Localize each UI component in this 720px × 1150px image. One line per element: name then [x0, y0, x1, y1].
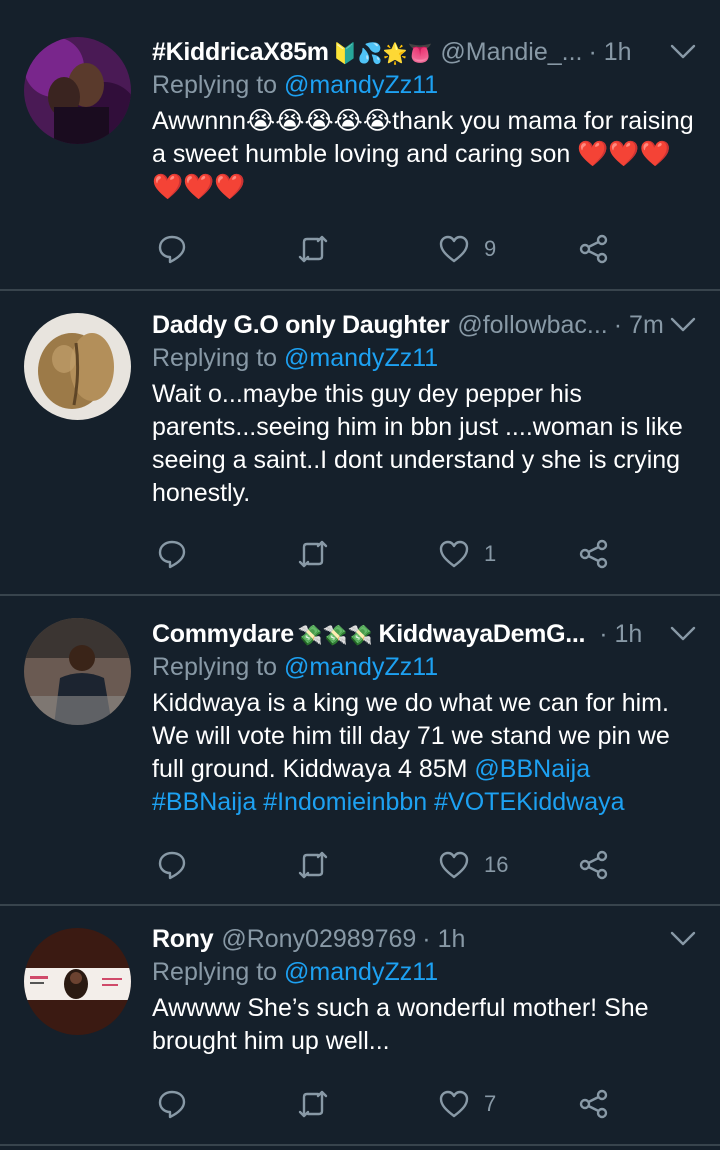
retweet-button[interactable] [296, 1084, 330, 1124]
retweet-icon [298, 235, 328, 263]
action-bar: 16 [152, 845, 622, 885]
display-name[interactable]: Rony [152, 923, 214, 955]
replying-to: Replying to @mandyZz11 [152, 69, 700, 101]
tweet-text: Awwnnn😭😭😭😭😭thank you mama for raising a … [152, 107, 694, 201]
action-bar: 9 [152, 229, 622, 269]
replying-label: Replying to [152, 653, 278, 681]
share-button[interactable] [578, 534, 610, 574]
mention-link[interactable]: @BBNaija [474, 755, 590, 783]
tweet-3[interactable]: Commydare 💸💸💸 KiddwayaDemG... · 1h Reply… [0, 596, 720, 906]
replying-label: Replying to [152, 344, 278, 372]
chevron-down-icon[interactable] [666, 618, 700, 650]
retweet-button[interactable] [296, 534, 330, 574]
timestamp[interactable]: · 1h [422, 923, 465, 955]
like-button[interactable]: 1 [438, 534, 496, 574]
share-button[interactable] [578, 845, 610, 885]
like-icon [439, 540, 469, 568]
replying-to: Replying to @mandyZz11 [152, 651, 700, 683]
timestamp[interactable]: · 1h [599, 618, 642, 650]
like-icon [439, 1090, 469, 1118]
like-count: 16 [484, 852, 509, 877]
share-button[interactable] [578, 1084, 610, 1124]
reply-button[interactable] [156, 845, 188, 885]
like-count: 7 [484, 1091, 497, 1116]
reply-icon [158, 540, 186, 569]
tweet-1[interactable]: #KiddricaX85m 🔰💦🌟👅 @Mandie_... · 1h Repl… [0, 0, 720, 291]
display-name[interactable]: Daddy G.O only Daughter [152, 309, 450, 341]
share-icon [579, 539, 608, 569]
reply-icon [158, 1090, 186, 1119]
chevron-down-icon[interactable] [666, 36, 700, 68]
name-emoji: 💸💸💸 [297, 625, 373, 647]
action-bar: 7 [152, 1084, 622, 1124]
user-handle[interactable]: @Mandie_... [440, 36, 582, 68]
name-emoji: 🔰💦🌟👅 [332, 43, 433, 65]
tweet-text: Wait o...maybe this guy dey pepper his p… [152, 380, 683, 507]
retweet-icon [298, 851, 328, 879]
reply-button[interactable] [156, 229, 188, 269]
display-name[interactable]: Commydare [152, 618, 294, 650]
hashtag-link[interactable]: #Indomieinbbn [263, 788, 427, 816]
replying-mention[interactable]: @mandyZz11 [284, 958, 438, 986]
avatar[interactable] [24, 928, 131, 1035]
share-icon [579, 850, 608, 880]
user-handle[interactable]: @Rony02989769 [221, 923, 416, 955]
like-button[interactable]: 16 [438, 845, 508, 885]
user-handle[interactable]: @followbac... [457, 309, 607, 341]
like-button[interactable]: 7 [438, 1084, 496, 1124]
chevron-down-icon[interactable] [666, 923, 700, 955]
like-count: 9 [484, 236, 497, 261]
hashtag-link[interactable]: #BBNaija [152, 788, 256, 816]
replying-label: Replying to [152, 958, 278, 986]
replying-mention[interactable]: @mandyZz11 [284, 71, 438, 99]
share-icon [579, 234, 608, 264]
tweet-4[interactable]: Rony @Rony02989769 · 1h Replying to @man… [0, 906, 720, 1146]
like-icon [439, 235, 469, 263]
like-count: 1 [484, 541, 497, 566]
tweet-2[interactable]: Daddy G.O only Daughter @followbac... · … [0, 291, 720, 596]
timestamp[interactable]: · 7m [614, 309, 664, 341]
reply-feed: #KiddricaX85m 🔰💦🌟👅 @Mandie_... · 1h Repl… [0, 0, 720, 1150]
retweet-button[interactable] [296, 845, 330, 885]
replying-mention[interactable]: @mandyZz11 [284, 344, 438, 372]
replying-to: Replying to @mandyZz11 [152, 342, 700, 374]
share-icon [579, 1089, 608, 1119]
like-button[interactable]: 9 [438, 229, 496, 269]
hashtag-link[interactable]: #VOTEKiddwaya [434, 788, 624, 816]
tweet-text: Awwww She’s such a wonderful mother! She… [152, 994, 649, 1055]
retweet-button[interactable] [296, 229, 330, 269]
chevron-down-icon[interactable] [666, 309, 700, 341]
retweet-icon [298, 1090, 328, 1118]
reply-icon [158, 235, 186, 264]
display-name-suffix[interactable]: KiddwayaDemG... [379, 618, 586, 650]
tweet-text: Kiddwaya is a king we do what we can for… [152, 687, 700, 819]
retweet-icon [298, 540, 328, 568]
display-name[interactable]: #KiddricaX85m [152, 36, 329, 68]
reply-icon [158, 851, 186, 880]
action-bar: 1 [152, 534, 622, 574]
avatar[interactable] [24, 618, 131, 725]
replying-label: Replying to [152, 71, 278, 99]
reply-button[interactable] [156, 1084, 188, 1124]
reply-button[interactable] [156, 534, 188, 574]
replying-mention[interactable]: @mandyZz11 [284, 653, 438, 681]
timestamp[interactable]: · 1h [588, 36, 631, 68]
avatar[interactable] [24, 37, 131, 144]
avatar[interactable] [24, 313, 131, 420]
replying-to: Replying to @mandyZz11 [152, 956, 700, 988]
tweet-text-body: Kiddwaya is a king we do what we can for… [152, 689, 670, 783]
like-icon [439, 851, 469, 879]
share-button[interactable] [578, 229, 610, 269]
